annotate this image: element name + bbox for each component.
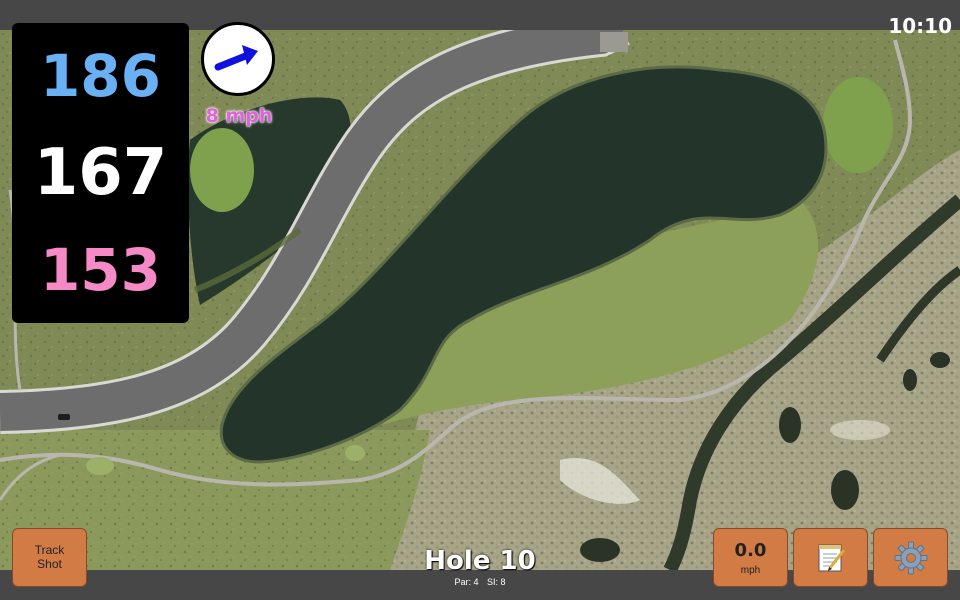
speed-unit: mph <box>740 564 761 576</box>
hole-stroke-index: SI: 8 <box>487 577 506 587</box>
yardage-front: 153 <box>39 236 162 304</box>
wind-speed: 8 mph <box>205 105 273 127</box>
speed-button[interactable]: 0.0 mph <box>713 528 788 587</box>
notes-button[interactable] <box>793 528 868 587</box>
yardage-middle: 167 <box>33 136 168 210</box>
clock: 10:10 <box>888 14 952 38</box>
speed-value: 0.0 <box>734 539 767 561</box>
hole-par: Par: 4 <box>454 577 479 587</box>
hole-title: Hole 10 <box>424 546 536 576</box>
yardage-panel: 186 167 153 <box>12 23 189 323</box>
settings-button[interactable] <box>873 528 948 587</box>
track-shot-button[interactable]: Track Shot <box>12 528 87 587</box>
hole-info: Par: 4 SI: 8 <box>380 577 580 587</box>
app-screen: 10:10 186 167 153 8 mph Track Shot Hole … <box>0 0 960 600</box>
track-shot-label-line1: Track <box>34 542 65 557</box>
yardage-back: 186 <box>39 42 162 110</box>
wind-arrow-icon <box>214 45 258 71</box>
wind-indicator <box>201 22 275 96</box>
gear-icon <box>894 541 927 574</box>
track-shot-label-line2: Shot <box>37 556 62 571</box>
notepad-icon <box>818 544 845 571</box>
